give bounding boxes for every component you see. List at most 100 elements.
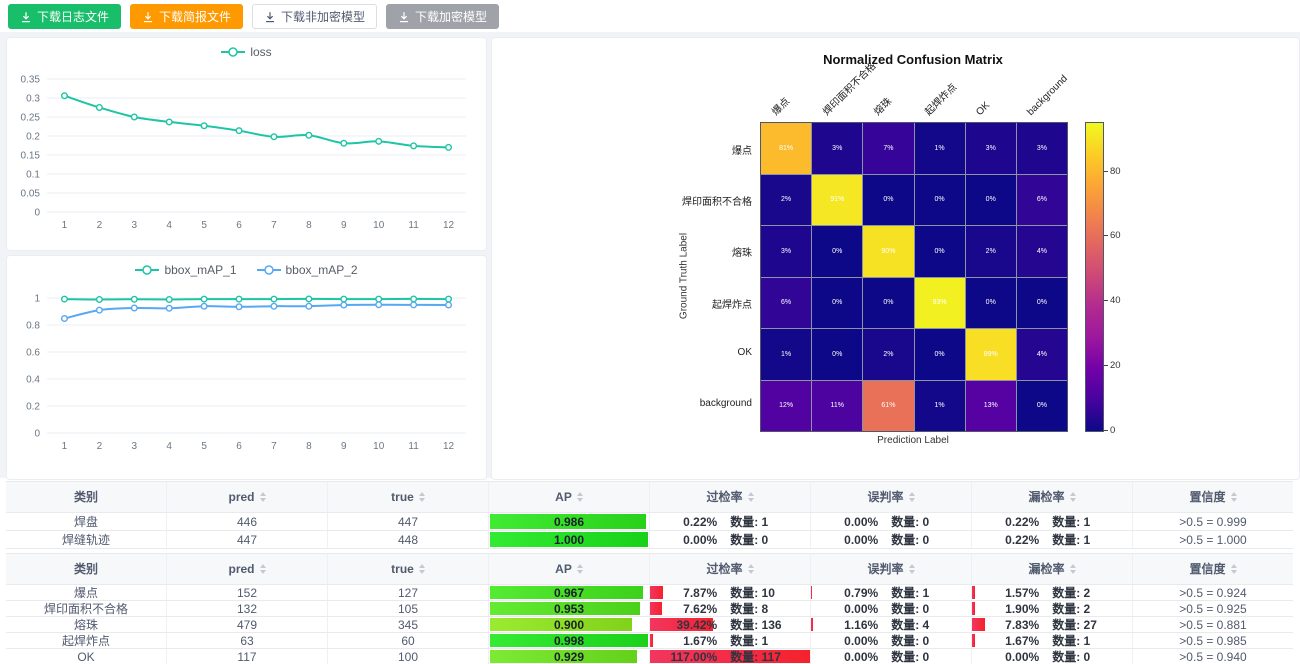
sort-caret-icon[interactable]	[1070, 564, 1076, 574]
legend-marker	[135, 264, 159, 276]
cell-true: 105	[328, 601, 489, 616]
svg-text:0.2: 0.2	[26, 132, 40, 143]
matrix-cell: 0%	[915, 226, 965, 277]
sort-caret-icon[interactable]	[1231, 564, 1237, 574]
loss-chart-panel: loss 00.050.10.150.20.250.30.35123456789…	[6, 37, 487, 251]
col-header-6[interactable]: 漏检率	[972, 482, 1133, 512]
sort-caret-icon[interactable]	[1231, 492, 1237, 502]
button-label: 下载日志文件	[37, 11, 109, 23]
rate-percent: 1.67%	[972, 635, 1039, 647]
map-chart-panel: bbox_mAP_1bbox_mAP_2 00.20.40.60.8112345…	[6, 255, 487, 480]
cell-missed-rate: 0.22%数量: 1	[972, 513, 1133, 530]
sort-caret-icon[interactable]	[1070, 492, 1076, 502]
svg-text:0.25: 0.25	[21, 113, 41, 124]
cell-misjudge-rate: 0.00%数量: 0	[811, 633, 972, 648]
sort-caret-icon[interactable]	[748, 564, 754, 574]
svg-text:9: 9	[341, 220, 347, 231]
svg-text:2: 2	[97, 220, 103, 231]
cell-true: 127	[328, 585, 489, 600]
colorbar-tick-label: 80	[1110, 166, 1121, 177]
col-header-4[interactable]: 过检率	[650, 554, 811, 584]
rate-count: 数量: 2	[1039, 587, 1132, 599]
sort-caret-icon[interactable]	[909, 492, 915, 502]
cell-pred: 152	[167, 585, 328, 600]
matrix-row-label: 爆点	[492, 142, 752, 157]
confusion-matrix-x-axis-label: Prediction Label	[760, 435, 1066, 446]
svg-text:0.2: 0.2	[26, 402, 40, 413]
svg-text:2: 2	[97, 441, 103, 452]
ap-value: 1.000	[554, 534, 584, 546]
download-plain-model-button[interactable]: 下载非加密模型	[252, 4, 377, 29]
cell-missed-rate: 1.67%数量: 1	[972, 633, 1133, 648]
cell-pred: 447	[167, 531, 328, 548]
sort-caret-icon[interactable]	[577, 492, 583, 502]
download-log-button[interactable]: 下载日志文件	[8, 4, 121, 29]
col-header-3[interactable]: AP	[489, 554, 650, 584]
legend-item-bbox_mAP_2[interactable]: bbox_mAP_2	[257, 263, 358, 277]
matrix-cell: 1%	[761, 329, 811, 380]
col-header-1[interactable]: pred	[167, 482, 328, 512]
cell-misjudge-rate: 0.00%数量: 0	[811, 649, 972, 664]
col-header-6[interactable]: 漏检率	[972, 554, 1133, 584]
cell-overdetect-rate: 39.42%数量: 136	[650, 617, 811, 632]
legend-item-loss[interactable]: loss	[221, 45, 271, 59]
cell-missed-rate: 1.90%数量: 2	[972, 601, 1133, 616]
rate-count: 数量: 136	[717, 619, 810, 631]
sort-caret-icon[interactable]	[909, 564, 915, 574]
matrix-cell: 2%	[966, 226, 1016, 277]
cell-pred: 117	[167, 649, 328, 664]
col-header-7[interactable]: 置信度	[1133, 554, 1293, 584]
svg-text:8: 8	[306, 220, 312, 231]
svg-text:6: 6	[236, 441, 242, 452]
sort-caret-icon[interactable]	[260, 492, 266, 502]
table-row: 焊缝轨迹4474481.0000.00%数量: 00.00%数量: 00.22%…	[6, 531, 1293, 548]
col-header-4[interactable]: 过检率	[650, 482, 811, 512]
col-header-5[interactable]: 误判率	[811, 554, 972, 584]
sort-caret-icon[interactable]	[260, 564, 266, 574]
matrix-cell: 2%	[863, 329, 913, 380]
rate-percent: 7.62%	[650, 603, 717, 615]
col-header-2[interactable]: true	[328, 482, 489, 512]
svg-text:0.6: 0.6	[26, 348, 40, 359]
cell-ap: 0.967	[489, 585, 650, 600]
table-row: 起焊炸点63600.9981.67%数量: 10.00%数量: 01.67%数量…	[6, 633, 1293, 649]
download-encrypted-model-button[interactable]: 下载加密模型	[386, 4, 499, 29]
col-header-label: 类别	[74, 491, 98, 503]
rate-count: 数量: 10	[717, 587, 810, 599]
col-header-2[interactable]: true	[328, 554, 489, 584]
sort-caret-icon[interactable]	[748, 492, 754, 502]
col-header-7[interactable]: 置信度	[1133, 482, 1293, 512]
cell-true: 345	[328, 617, 489, 632]
matrix-col-label-text: 爆点	[767, 93, 792, 118]
table-header-row: 类别 predtrueAP过检率误判率漏检率置信度	[6, 554, 1293, 585]
svg-text:5: 5	[201, 441, 207, 452]
sort-caret-icon[interactable]	[419, 564, 425, 574]
col-header-label: 类别	[74, 563, 98, 575]
loss-chart-legend: loss	[7, 45, 486, 59]
matrix-cell: 0%	[863, 278, 913, 329]
col-header-5[interactable]: 误判率	[811, 482, 972, 512]
matrix-cell: 0%	[812, 278, 862, 329]
sort-caret-icon[interactable]	[577, 564, 583, 574]
ap-value: 0.998	[554, 635, 584, 647]
rate-percent: 0.00%	[811, 651, 878, 663]
dashboard: 下载日志文件 下载简报文件 下载非加密模型 下载加密模型 loss 00.050…	[0, 0, 1300, 664]
table-row: 熔珠4793450.90039.42%数量: 1361.16%数量: 47.83…	[6, 617, 1293, 633]
col-header-1[interactable]: pred	[167, 554, 328, 584]
download-report-button[interactable]: 下载简报文件	[130, 4, 243, 29]
rate-count: 数量: 1	[717, 635, 810, 647]
legend-marker	[221, 46, 245, 58]
rate-count: 数量: 0	[878, 516, 971, 528]
cell-misjudge-rate: 0.00%数量: 0	[811, 513, 972, 530]
matrix-cell: 0%	[812, 329, 862, 380]
svg-text:4: 4	[166, 441, 172, 452]
svg-text:7: 7	[271, 220, 277, 231]
legend-item-bbox_mAP_1[interactable]: bbox_mAP_1	[135, 263, 236, 277]
sort-caret-icon[interactable]	[419, 492, 425, 502]
col-header-3[interactable]: AP	[489, 482, 650, 512]
matrix-cell: 0%	[812, 226, 862, 277]
rate-percent: 0.00%	[650, 534, 717, 546]
col-header-label: true	[391, 491, 414, 503]
svg-text:0: 0	[34, 208, 40, 219]
cell-overdetect-rate: 117.00%数量: 117	[650, 649, 811, 664]
